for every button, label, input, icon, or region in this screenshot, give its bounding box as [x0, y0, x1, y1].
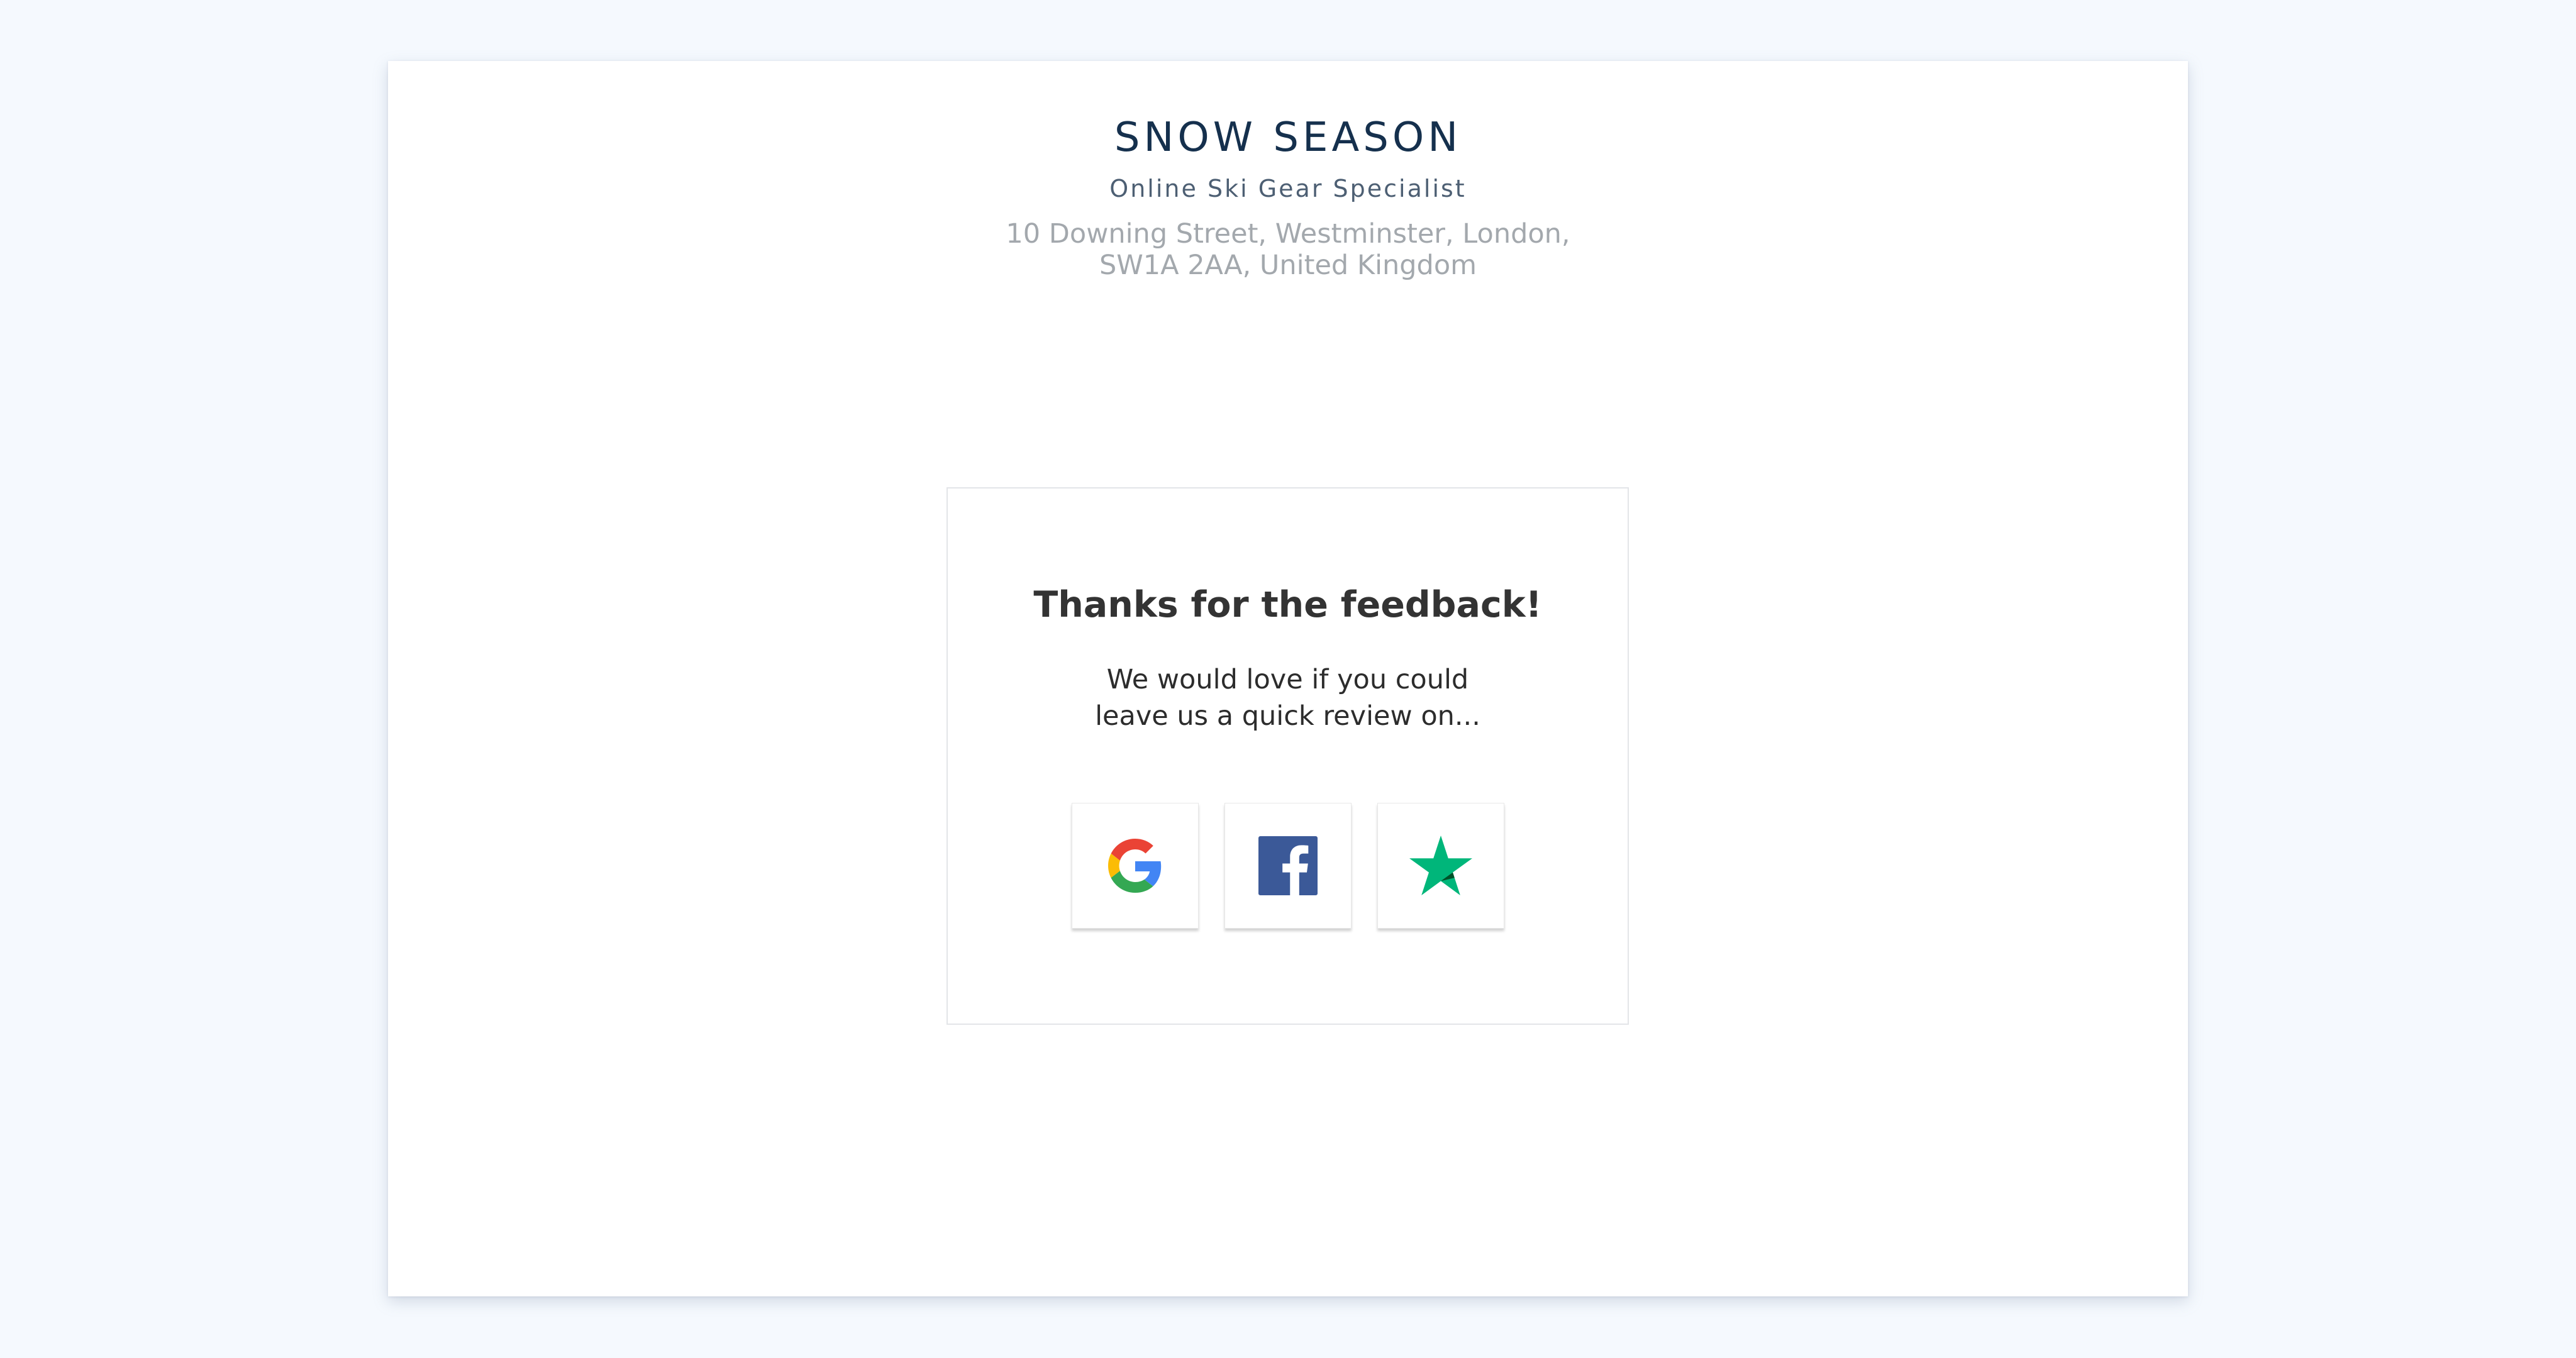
- store-name: SNOW SEASON: [1114, 114, 1462, 161]
- store-header: SNOW SEASON Online Ski Gear Specialist 1…: [388, 111, 2188, 281]
- google-review-button[interactable]: [1071, 803, 1199, 929]
- google-icon: [1108, 839, 1161, 893]
- review-request-line-1: We would love if you could: [1106, 664, 1469, 695]
- address-line-1: 10 Downing Street, Westminster, London,: [1006, 218, 1570, 250]
- review-request-card: Thanks for the feedback! We would love i…: [947, 487, 1629, 1025]
- facebook-icon: [1258, 836, 1318, 895]
- store-tagline: Online Ski Gear Specialist: [1109, 175, 1467, 202]
- review-request-line-2: leave us a quick review on...: [1095, 700, 1480, 732]
- facebook-review-button[interactable]: [1224, 803, 1352, 929]
- review-request-text: We would love if you could leave us a qu…: [948, 661, 1628, 734]
- trustpilot-review-button[interactable]: [1377, 803, 1504, 929]
- address-line-2: SW1A 2AA, United Kingdom: [1099, 250, 1477, 281]
- thanks-heading: Thanks for the feedback!: [1033, 584, 1542, 626]
- review-platform-buttons: [948, 803, 1628, 929]
- trustpilot-star-icon: [1409, 836, 1472, 895]
- email-sheet: SNOW SEASON Online Ski Gear Specialist 1…: [388, 61, 2188, 1296]
- store-address: 10 Downing Street, Westminster, London, …: [388, 218, 2188, 281]
